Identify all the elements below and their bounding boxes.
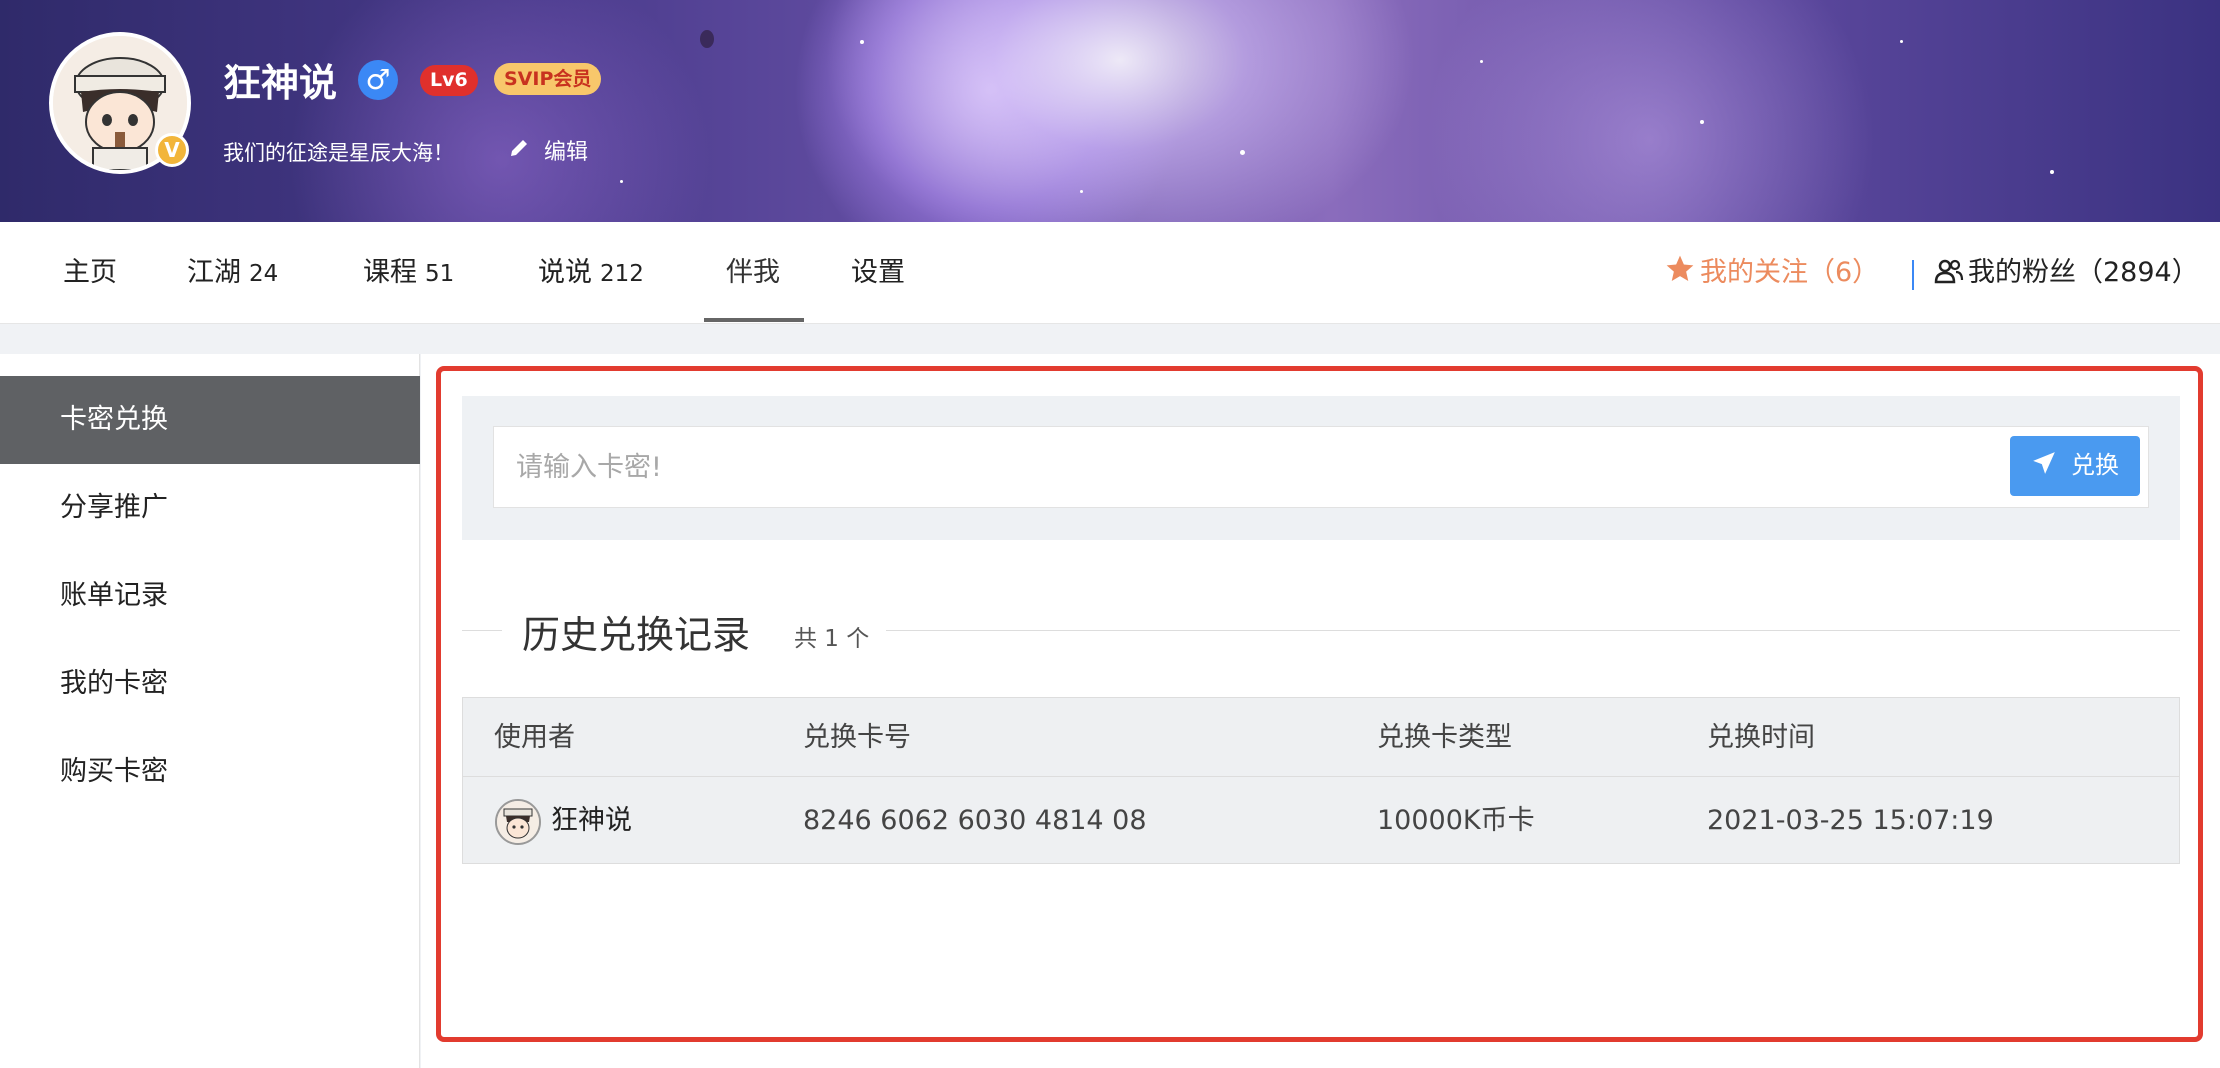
redeem-button[interactable]: 兑换 <box>2010 436 2140 496</box>
send-icon <box>2031 439 2057 499</box>
tab-label: 课程 <box>363 257 417 288</box>
star-decoration <box>1240 150 1245 155</box>
sidebar-item-billing[interactable]: 账单记录 <box>0 552 420 640</box>
star-decoration <box>1080 190 1083 193</box>
table-row: 狂神说 8246 6062 6030 4814 08 10000K币卡 2021… <box>463 778 2179 864</box>
tab-posts[interactable]: 说说 212 <box>538 222 644 324</box>
level-badge: Lv6 <box>420 65 478 96</box>
history-table: 使用者 兑换卡号 兑换卡类型 兑换时间 狂神说 8246 6062 6030 4… <box>462 697 2180 864</box>
sidebar: 卡密兑换 分享推广 账单记录 我的卡密 购买卡密 <box>0 354 420 1068</box>
tab-label: 设置 <box>851 257 905 288</box>
history-title: 历史兑换记录 <box>522 613 751 657</box>
sidebar-item-card-redeem[interactable]: 卡密兑换 <box>0 376 420 464</box>
card-code-input[interactable] <box>493 426 2149 508</box>
row-card-number: 8246 6062 6030 4814 08 <box>803 805 1147 836</box>
divider-line <box>462 630 502 631</box>
tab-label: 说说 <box>538 257 592 288</box>
fans-label: 我的粉丝（2894） <box>1968 257 2199 288</box>
column-header: 兑换卡号 <box>803 722 911 753</box>
tab-label: 江湖 <box>187 257 241 288</box>
tab-count: 51 <box>425 261 455 287</box>
row-time: 2021-03-25 15:07:19 <box>1707 805 1994 836</box>
tab-label: 伴我 <box>726 257 780 288</box>
redeem-button-label: 兑换 <box>2071 452 2119 479</box>
nav-divider <box>1912 260 1914 290</box>
star-decoration <box>1900 40 1903 43</box>
star-decoration <box>1700 120 1704 124</box>
star-icon <box>1664 226 1700 328</box>
people-icon <box>1934 225 1968 327</box>
tab-companion[interactable]: 伴我 <box>726 222 780 324</box>
column-header: 使用者 <box>494 722 575 753</box>
star-decoration <box>1480 60 1483 63</box>
tab-courses[interactable]: 课程 51 <box>363 222 454 324</box>
star-decoration <box>860 40 864 44</box>
tab-home[interactable]: 主页 <box>63 222 117 324</box>
tab-count: 212 <box>600 261 644 287</box>
sidebar-item-buy-cards[interactable]: 购买卡密 <box>0 728 420 816</box>
column-header: 兑换时间 <box>1707 722 1815 753</box>
profile-motto: 我们的征途是星辰大海！ <box>223 141 454 165</box>
active-tab-indicator <box>704 318 804 322</box>
pencil-icon <box>508 137 530 165</box>
profile-banner <box>0 0 2220 222</box>
profile-nav: 主页 江湖 24 课程 51 说说 212 伴我 设置 我的关注（6） 我的粉丝（28… <box>0 222 2220 324</box>
divider-line <box>886 630 2180 631</box>
tab-count: 24 <box>249 261 279 287</box>
history-count: 共 1 个 <box>794 626 870 652</box>
row-card-type: 10000K币卡 <box>1377 805 1535 836</box>
star-decoration <box>620 180 623 183</box>
row-user: 狂神说 <box>551 805 632 836</box>
my-fans-link[interactable]: 我的粉丝（2894） <box>1934 222 2199 324</box>
svip-badge: SVIP会员 <box>494 63 602 95</box>
edit-profile-button[interactable]: 编辑 <box>508 134 588 166</box>
sidebar-item-share-promote[interactable]: 分享推广 <box>0 464 420 552</box>
sidebar-item-my-cards[interactable]: 我的卡密 <box>0 640 420 728</box>
gender-male-icon: ♂ <box>358 60 398 100</box>
star-decoration <box>2050 170 2054 174</box>
edit-label: 编辑 <box>544 140 589 165</box>
tab-settings[interactable]: 设置 <box>851 222 905 324</box>
my-following-link[interactable]: 我的关注（6） <box>1664 222 1879 324</box>
profile-name: 狂神说 <box>223 61 338 105</box>
verified-badge: V <box>155 133 189 167</box>
table-header: 使用者 兑换卡号 兑换卡类型 兑换时间 <box>463 698 2179 777</box>
column-header: 兑换卡类型 <box>1377 722 1512 753</box>
user-avatar[interactable] <box>495 799 541 845</box>
following-label: 我的关注（6） <box>1700 257 1880 288</box>
planet-icon <box>700 30 714 48</box>
tab-label: 主页 <box>63 257 117 288</box>
tab-jianghu[interactable]: 江湖 24 <box>187 222 278 324</box>
